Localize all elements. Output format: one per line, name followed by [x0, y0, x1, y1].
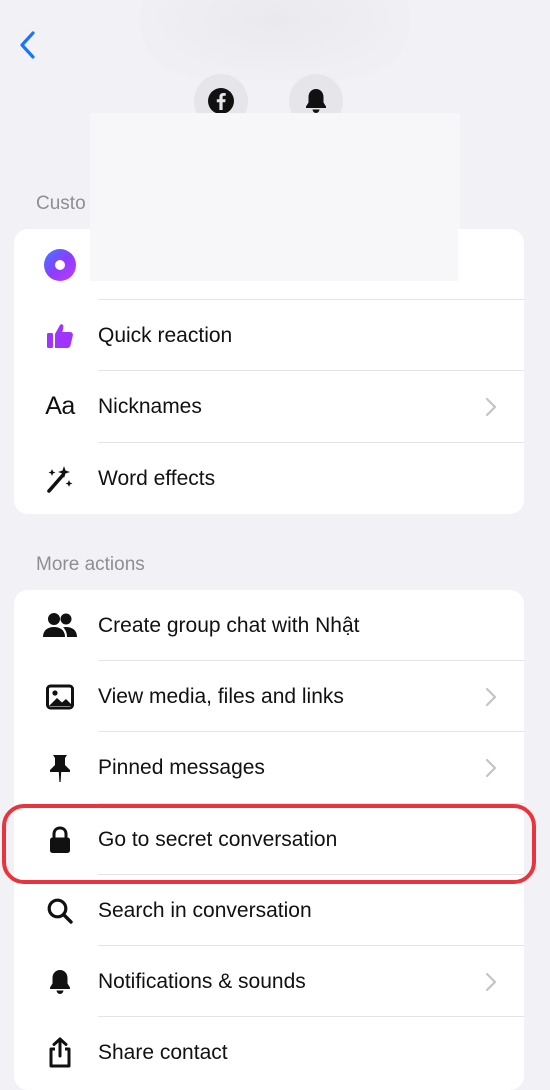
secret-conversation-row[interactable]: Go to secret conversation	[14, 804, 524, 875]
share-contact-row[interactable]: Share contact	[14, 1017, 524, 1088]
pinned-messages-row[interactable]: Pinned messages	[14, 732, 524, 803]
chevron-right-icon	[484, 396, 498, 418]
chevron-left-icon	[20, 31, 35, 59]
more-actions-card: Create group chat with Nhật View media, …	[14, 590, 524, 1090]
thumbs-up-icon	[42, 318, 78, 354]
create-group-chat-row[interactable]: Create group chat with Nhật	[14, 590, 524, 661]
view-media-label: View media, files and links	[98, 684, 344, 708]
notifications-sounds-label: Notifications & sounds	[98, 969, 306, 993]
quick-reaction-row[interactable]: Quick reaction	[14, 300, 524, 371]
bell-icon	[42, 964, 78, 1000]
secret-conversation-label: Go to secret conversation	[98, 827, 338, 851]
facebook-icon	[208, 88, 234, 114]
magic-wand-icon	[42, 461, 78, 497]
pinned-messages-label: Pinned messages	[98, 755, 265, 779]
back-button[interactable]	[10, 28, 44, 62]
chevron-right-icon	[484, 686, 498, 708]
image-icon	[42, 679, 78, 715]
nicknames-label: Nicknames	[98, 394, 202, 418]
share-contact-label: Share contact	[98, 1040, 228, 1064]
search-in-conversation-label: Search in conversation	[98, 898, 312, 922]
word-effects-row[interactable]: Word effects	[14, 443, 524, 514]
section-label-more-actions: More actions	[36, 554, 145, 575]
nicknames-row[interactable]: Aa Nicknames	[14, 371, 524, 442]
bell-icon	[306, 89, 326, 113]
search-in-conversation-row[interactable]: Search in conversation	[14, 875, 524, 946]
view-media-row[interactable]: View media, files and links	[14, 661, 524, 732]
section-label-customization: Custo	[36, 193, 86, 214]
theme-circle-icon	[42, 247, 78, 283]
quick-reaction-label: Quick reaction	[98, 323, 233, 347]
redacted-area	[90, 229, 458, 281]
lock-icon	[42, 822, 78, 858]
people-icon	[42, 608, 78, 644]
contact-avatar-blurred	[140, 0, 410, 80]
chevron-right-icon	[484, 757, 498, 779]
create-group-chat-label: Create group chat with Nhật	[98, 613, 360, 637]
pin-icon	[42, 750, 78, 786]
share-icon	[42, 1035, 78, 1071]
search-icon	[42, 893, 78, 929]
notifications-sounds-row[interactable]: Notifications & sounds	[14, 946, 524, 1017]
text-aa-icon: Aa	[45, 392, 75, 420]
chevron-right-icon	[484, 971, 498, 993]
word-effects-label: Word effects	[98, 466, 216, 490]
